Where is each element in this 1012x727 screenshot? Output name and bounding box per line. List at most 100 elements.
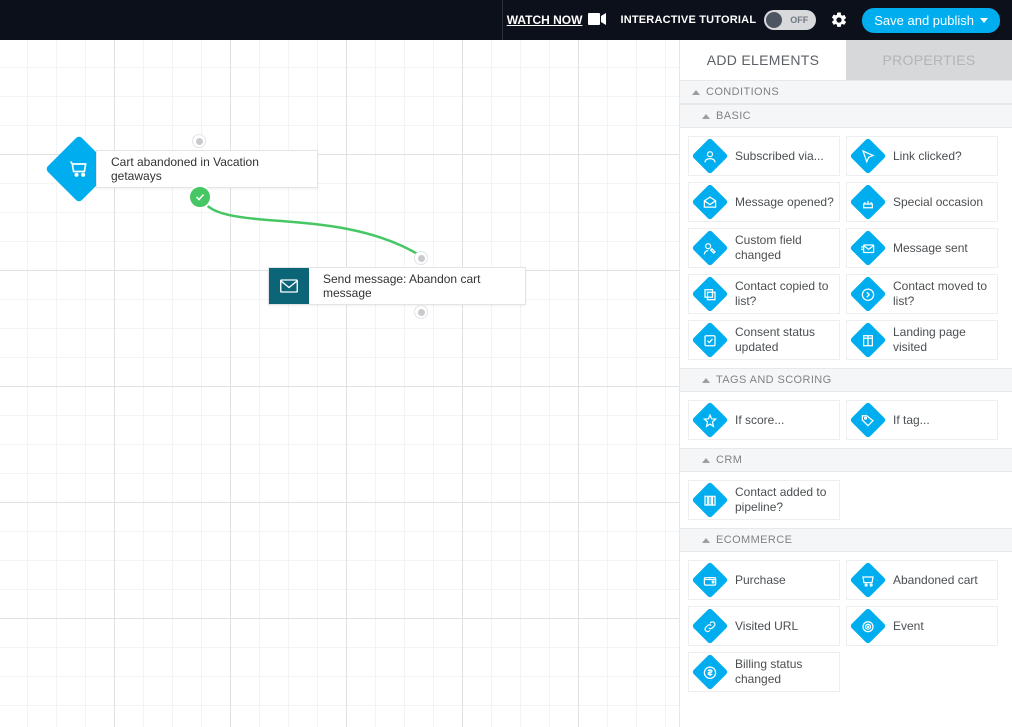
cake-icon: [850, 184, 887, 221]
element-item-diamond: [851, 277, 885, 311]
element-item-label: Contact added to pipeline?: [735, 485, 835, 515]
collapse-caret-icon: [702, 458, 710, 463]
move-arrow-icon: [850, 276, 887, 313]
element-item[interactable]: Link clicked?: [846, 136, 998, 176]
element-item[interactable]: Special occasion: [846, 182, 998, 222]
element-item-label: If tag...: [893, 413, 930, 428]
tab-add-elements-label: ADD ELEMENTS: [707, 52, 820, 68]
port-bottom[interactable]: [414, 305, 428, 319]
action-node-icon-box: [269, 268, 309, 304]
element-item-label: Abandoned cart: [893, 573, 978, 588]
collapse-caret-icon: [692, 90, 700, 95]
element-item-diamond: [693, 139, 727, 173]
element-item-diamond: [693, 483, 727, 517]
port-top[interactable]: [192, 134, 206, 148]
element-item[interactable]: Message sent: [846, 228, 998, 268]
settings-button[interactable]: [830, 11, 848, 29]
element-item-label: Link clicked?: [893, 149, 962, 164]
action-node[interactable]: Send message: Abandon cart message: [268, 267, 526, 305]
element-item-label: Message sent: [893, 241, 968, 256]
element-item[interactable]: Abandoned cart: [846, 560, 998, 600]
target-icon: [850, 608, 887, 645]
element-item[interactable]: Billing status changed: [688, 652, 840, 692]
element-item-diamond: [693, 185, 727, 219]
connector-layer: [0, 40, 679, 727]
link-icon: [692, 608, 729, 645]
save-and-publish-button[interactable]: Save and publish: [862, 8, 1000, 33]
tutorial-toggle[interactable]: OFF: [764, 10, 816, 30]
envelope-icon: [280, 279, 298, 293]
collapse-caret-icon: [702, 114, 710, 119]
element-item[interactable]: Contact moved to list?: [846, 274, 998, 314]
element-item-diamond: [851, 231, 885, 265]
section-ecommerce[interactable]: ECOMMERCE: [680, 528, 1012, 552]
trigger-node-label: Cart abandoned in Vacation getaways: [97, 151, 317, 187]
trigger-node[interactable]: Cart abandoned in Vacation getaways: [96, 150, 318, 188]
cursor-icon: [850, 138, 887, 175]
watch-now-link[interactable]: WATCH NOW: [507, 13, 607, 28]
element-item[interactable]: Contact copied to list?: [688, 274, 840, 314]
section-tags-scoring-label: TAGS AND SCORING: [716, 374, 832, 386]
basic-grid: Subscribed via... Link clicked? Message op…: [680, 128, 1012, 368]
cart-icon: [850, 562, 887, 599]
element-item-label: Purchase: [735, 573, 786, 588]
element-item[interactable]: Visited URL: [688, 606, 840, 646]
element-item[interactable]: If tag...: [846, 400, 998, 440]
collapse-caret-icon: [702, 378, 710, 383]
element-item-label: Visited URL: [735, 619, 798, 634]
element-item-diamond: [851, 609, 885, 643]
star-icon: [692, 402, 729, 439]
workflow-canvas[interactable]: Cart abandoned in Vacation getaways Send…: [0, 40, 679, 727]
element-item-label: Event: [893, 619, 924, 634]
element-item-diamond: [693, 563, 727, 597]
section-tags-scoring[interactable]: TAGS AND SCORING: [680, 368, 1012, 392]
collapse-caret-icon: [702, 538, 710, 543]
tag-icon: [850, 402, 887, 439]
element-item[interactable]: Custom field changed: [688, 228, 840, 268]
user-edit-icon: [692, 230, 729, 267]
tutorial-label: INTERACTIVE TUTORIAL: [620, 14, 756, 26]
element-item[interactable]: Contact added to pipeline?: [688, 480, 840, 520]
element-item[interactable]: Purchase: [688, 560, 840, 600]
element-item[interactable]: Consent status updated: [688, 320, 840, 360]
section-basic-label: BASIC: [716, 110, 751, 122]
watch-now-label: WATCH NOW: [507, 13, 583, 27]
section-basic[interactable]: BASIC: [680, 104, 1012, 128]
element-item[interactable]: Message opened?: [688, 182, 840, 222]
section-ecommerce-label: ECOMMERCE: [716, 534, 792, 546]
element-item-label: Contact moved to list?: [893, 279, 993, 309]
topbar: WATCH NOW INTERACTIVE TUTORIAL OFF Save …: [0, 0, 1012, 40]
section-crm[interactable]: CRM: [680, 448, 1012, 472]
toggle-knob: [766, 12, 782, 28]
element-item[interactable]: Subscribed via...: [688, 136, 840, 176]
tab-add-elements[interactable]: ADD ELEMENTS: [680, 40, 846, 80]
element-item-diamond: [693, 323, 727, 357]
copy-icon: [692, 276, 729, 313]
tab-properties[interactable]: PROPERTIES: [846, 40, 1012, 80]
port-top[interactable]: [414, 251, 428, 265]
element-item-label: Custom field changed: [735, 233, 835, 263]
element-item-diamond: [693, 277, 727, 311]
section-conditions[interactable]: CONDITIONS: [680, 80, 1012, 104]
element-item[interactable]: If score...: [688, 400, 840, 440]
element-item-label: Message opened?: [735, 195, 834, 210]
element-item-diamond: [693, 403, 727, 437]
right-panel: ADD ELEMENTS PROPERTIES CONDITIONS BASIC…: [679, 40, 1012, 727]
user-icon: [692, 138, 729, 175]
element-item-diamond: [693, 609, 727, 643]
element-item-diamond: [851, 185, 885, 219]
pipeline-icon: [692, 482, 729, 519]
tags-scoring-grid: If score... If tag...: [680, 392, 1012, 448]
element-item-label: Landing page visited: [893, 325, 993, 355]
open-envelope-icon: [692, 184, 729, 221]
panel-tabs: ADD ELEMENTS PROPERTIES: [680, 40, 1012, 80]
element-item[interactable]: Event: [846, 606, 998, 646]
save-and-publish-label: Save and publish: [874, 13, 974, 28]
topbar-separator: [502, 0, 503, 40]
element-item-label: Billing status changed: [735, 657, 835, 687]
element-item-diamond: [851, 139, 885, 173]
element-item-diamond: [851, 563, 885, 597]
element-item-diamond: [851, 323, 885, 357]
element-item[interactable]: Landing page visited: [846, 320, 998, 360]
tab-properties-label: PROPERTIES: [883, 52, 976, 68]
